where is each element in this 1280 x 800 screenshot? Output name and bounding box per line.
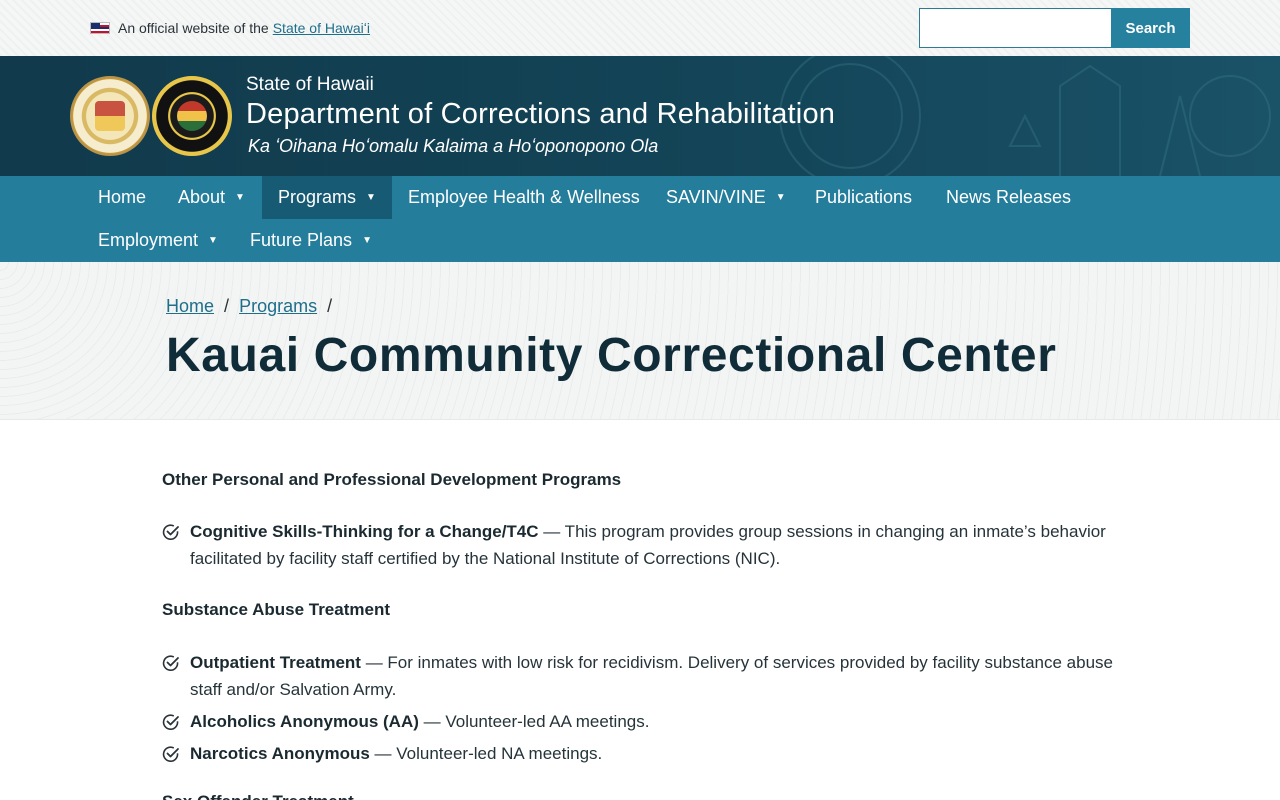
banner-background-art <box>779 56 1271 176</box>
nav-item-label: Employee Health & Wellness <box>408 187 640 207</box>
main-navigation: Home About ▼ Programs ▼ Employee Health … <box>0 176 1280 262</box>
page-title: Kauai Community Correctional Center <box>166 329 1057 382</box>
section-heading-sex-offender-treatment: Sex Offender Treatment <box>162 792 354 800</box>
nav-item-label: About <box>178 187 226 207</box>
nav-item-savin-vine[interactable]: SAVIN/VINE ▼ <box>650 176 802 219</box>
list-item: Outpatient Treatment — For inmates with … <box>162 649 1122 703</box>
section-heading-substance-abuse: Substance Abuse Treatment <box>162 600 390 619</box>
check-circle-icon <box>162 524 179 540</box>
item-title: Cognitive Skills-Thinking for a Change/T… <box>190 522 539 541</box>
nav-item-label: SAVIN/VINE <box>666 187 766 207</box>
nav-item-label: Publications <box>815 187 913 207</box>
section-heading-development-programs: Other Personal and Professional Developm… <box>162 470 622 489</box>
nav-item-employee-health-wellness[interactable]: Employee Health & Wellness <box>392 176 656 219</box>
nav-item-label: Future Plans <box>250 230 353 250</box>
caret-down-icon: ▼ <box>208 235 218 246</box>
hawaii-flag-icon <box>90 22 110 34</box>
list-item: Alcoholics Anonymous (AA) — Volunteer-le… <box>162 708 1122 735</box>
check-circle-icon <box>162 746 179 762</box>
caret-down-icon: ▼ <box>362 235 372 246</box>
department-motto: Ka ʻOihana Hoʻomalu Kalaima a Hoʻoponopo… <box>248 136 659 156</box>
caret-down-icon: ▼ <box>235 192 245 203</box>
item-description: — Volunteer-led NA meetings. <box>369 744 603 763</box>
nav-item-programs[interactable]: Programs ▼ <box>262 176 392 219</box>
list-item: Narcotics Anonymous — Volunteer-led NA m… <box>162 740 1122 767</box>
official-bar: An official website of the State of Hawa… <box>0 0 1280 56</box>
caret-down-icon: ▼ <box>366 192 376 203</box>
nav-item-label: News Releases <box>946 187 1072 207</box>
check-circle-icon <box>162 655 179 671</box>
nav-item-home[interactable]: Home <box>82 176 162 219</box>
check-circle-icon <box>162 714 179 730</box>
item-title: Alcoholics Anonymous (AA) <box>190 712 419 731</box>
breadcrumb-separator: / <box>327 296 333 316</box>
nav-item-news-releases[interactable]: News Releases <box>930 176 1087 219</box>
caret-down-icon: ▼ <box>775 192 786 203</box>
item-title: Outpatient Treatment <box>190 653 361 672</box>
list-item: Cognitive Skills-Thinking for a Change/T… <box>162 518 1122 572</box>
nav-item-employment[interactable]: Employment ▼ <box>82 219 234 262</box>
nav-item-about[interactable]: About ▼ <box>162 176 261 219</box>
search-form: Search <box>919 8 1190 48</box>
breadcrumb: Home / Programs / <box>166 296 337 317</box>
nav-item-label: Programs <box>278 187 357 207</box>
item-title: Narcotics Anonymous <box>190 744 370 763</box>
state-seal-logo[interactable] <box>70 76 150 156</box>
nav-item-publications[interactable]: Publications <box>799 176 928 219</box>
official-notice: An official website of the State of Hawa… <box>90 20 370 36</box>
breadcrumb-home-link[interactable]: Home <box>166 296 214 316</box>
breadcrumb-programs-link[interactable]: Programs <box>239 296 317 316</box>
nav-item-future-plans[interactable]: Future Plans ▼ <box>234 219 388 262</box>
official-notice-text: An official website of the <box>118 20 269 36</box>
search-button[interactable]: Search <box>1111 8 1190 48</box>
banner-state-name: State of Hawaii <box>246 74 374 95</box>
breadcrumb-separator: / <box>224 296 230 316</box>
site-header: State of Hawaii Department of Correction… <box>0 56 1280 176</box>
item-description: — Volunteer-led AA meetings. <box>418 712 650 731</box>
nav-item-label: Employment <box>98 230 199 250</box>
search-input[interactable] <box>919 8 1111 48</box>
nav-item-label: Home <box>98 187 147 207</box>
department-seal-logo[interactable] <box>152 76 232 156</box>
page-title-area: Home / Programs / Kauai Community Correc… <box>0 262 1280 420</box>
state-of-hawaii-link[interactable]: State of Hawaiʻi <box>273 20 370 36</box>
department-name[interactable]: Department of Corrections and Rehabilita… <box>246 98 835 131</box>
